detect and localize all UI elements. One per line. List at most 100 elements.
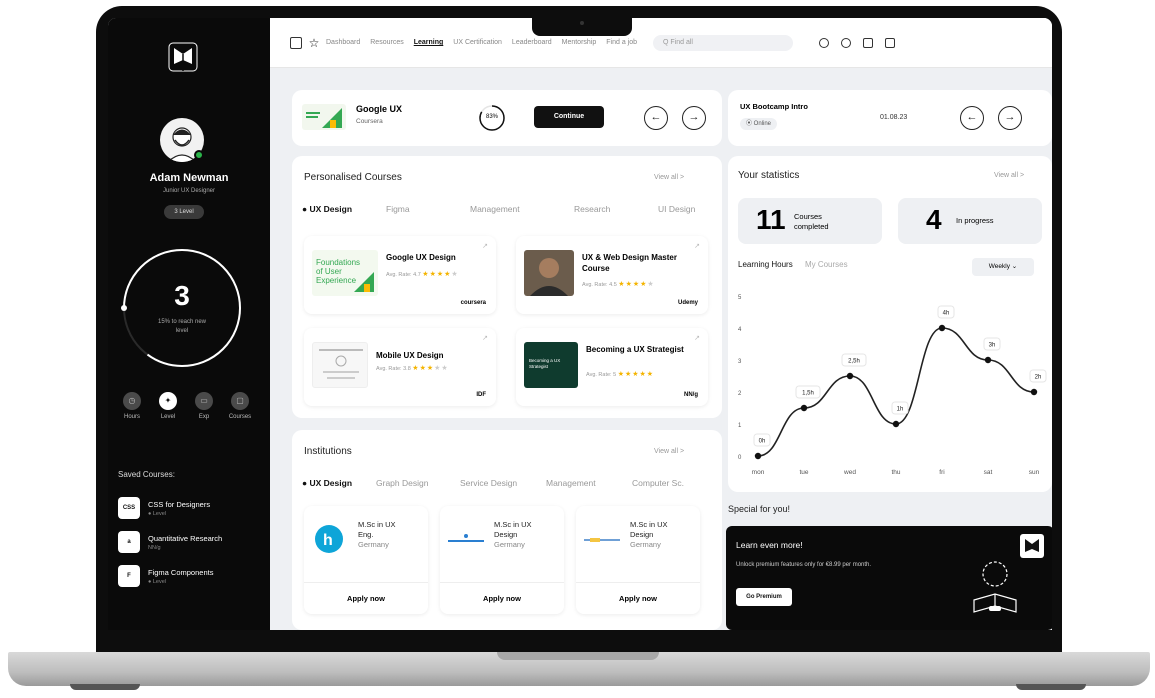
prev-event-button[interactable]: ←: [960, 106, 984, 130]
panel-icon[interactable]: [885, 37, 896, 48]
nav-mentorship[interactable]: Mentorship: [562, 39, 597, 46]
x-tick-label: tue: [799, 469, 808, 476]
go-premium-button[interactable]: Go Premium: [736, 588, 792, 606]
nav-resources[interactable]: Resources: [370, 39, 403, 46]
stat-label: Hours: [123, 414, 140, 420]
statistics-card: Your statistics View all > 11 Courses co…: [728, 156, 1052, 492]
next-course-button[interactable]: →: [682, 106, 706, 130]
saved-course-item[interactable]: F Figma Components ● Level: [118, 560, 268, 592]
institution-country: Germany: [630, 540, 661, 549]
star-rating-icon: ★★★★★: [617, 371, 655, 378]
data-label: 1,5h: [802, 391, 814, 397]
tab-figma[interactable]: Figma: [386, 204, 470, 214]
level-badge: 3 Level: [164, 205, 204, 219]
premium-offer-card: Learn even more! Unlock premium features…: [726, 526, 1052, 630]
app-logo[interactable]: [168, 42, 198, 72]
y-tick-label: 0: [738, 455, 742, 461]
course-tile[interactable]: ↗ Foundations of User Experience Google …: [304, 236, 496, 314]
y-tick-label: 3: [738, 359, 742, 365]
course-tile[interactable]: ↗ Becoming a UX Strategist Becoming a UX…: [516, 328, 708, 406]
course-tile[interactable]: ↗ UX & Web Design Master Course Avg. Rat…: [516, 236, 708, 314]
institutions-view-all-link[interactable]: View all >: [654, 448, 684, 455]
in-progress-box: 4 In progress: [898, 198, 1042, 244]
tab-management[interactable]: Management: [546, 478, 632, 488]
external-link-icon: ↗: [694, 243, 700, 250]
continue-button[interactable]: Continue: [534, 106, 604, 128]
laptop-foot: [70, 684, 140, 690]
special-offer-title: Special for you!: [728, 504, 791, 514]
user-name: Adam Newman: [149, 172, 229, 184]
course-name: UX & Web Design Master Course: [582, 253, 677, 273]
tab-ux-design[interactable]: ● UX Design: [302, 478, 376, 488]
profile-stats: ◷ Hours ✦ Level ▭ Exp ▢ Courses: [116, 392, 256, 420]
tab-service-design[interactable]: Service Design: [460, 478, 546, 488]
tab-ui-design[interactable]: UI Design: [658, 204, 695, 214]
learning-hours-chart: 0 1 2 3 4 5 mon tue wed thu fri sat sun 0h 1,5h 2,5h 1h 4…: [738, 295, 1047, 476]
institution-category-tabs: ● UX Design Graph Design Service Design …: [302, 478, 684, 488]
institutions-title: Institutions: [304, 446, 352, 457]
personalised-courses-title: Personalised Courses: [304, 172, 402, 183]
data-point: [984, 356, 992, 364]
tab-my-courses[interactable]: My Courses: [805, 260, 848, 269]
courses-completed-box: 11 Courses completed: [738, 198, 882, 244]
saved-course-sub: ● Level: [148, 510, 166, 517]
search-input[interactable]: Q Find all: [653, 34, 794, 51]
tab-learning-hours[interactable]: Learning Hours: [738, 260, 793, 269]
tab-research[interactable]: Research: [574, 204, 658, 214]
saved-course-name: Figma Components: [148, 567, 214, 577]
stat-level[interactable]: ✦ Level: [152, 392, 184, 420]
level-number: 3: [174, 280, 190, 311]
y-tick-label: 4: [738, 327, 742, 333]
statistics-view-all-link[interactable]: View all >: [994, 172, 1024, 179]
stat-exp[interactable]: ▭ Exp: [188, 392, 220, 420]
clock-icon: ◷: [123, 392, 141, 410]
next-event-button[interactable]: →: [998, 106, 1022, 130]
top-navigation: ☆ Dashboard Resources Learning UX Certif…: [270, 18, 1052, 68]
sun-icon[interactable]: [819, 37, 830, 48]
apply-now-button[interactable]: Apply now: [304, 582, 428, 614]
research-course-thumb: a: [118, 531, 140, 553]
online-status-dot: [194, 150, 204, 160]
prev-course-button[interactable]: ←: [644, 106, 668, 130]
stat-courses[interactable]: ▢ Courses: [224, 392, 256, 420]
nav-leaderboard[interactable]: Leaderboard: [512, 39, 552, 46]
institution-tile[interactable]: M.Sc in UX Design Germany Apply now: [576, 506, 700, 614]
compass-icon: ✦: [159, 392, 177, 410]
x-tick-label: sun: [1029, 469, 1040, 476]
course-tile[interactable]: ↗ Mobile UX Design Avg. Rate: 3.8 ★★★★★ …: [304, 328, 496, 406]
stat-hours[interactable]: ◷ Hours: [116, 392, 148, 420]
in-progress-count: 4: [926, 204, 942, 235]
saved-course-item[interactable]: CSS CSS for Designers ● Level: [118, 492, 268, 524]
star-icon[interactable]: ☆: [308, 37, 320, 49]
data-point: [754, 452, 762, 460]
institution-tile[interactable]: h M.Sc in UX Eng. Germany Apply now: [304, 506, 428, 614]
copy-icon[interactable]: [863, 37, 874, 48]
arrow-right-icon: →: [688, 111, 700, 123]
nav-ux-certification[interactable]: UX Certification: [453, 39, 502, 46]
figma-course-thumb: F: [118, 565, 140, 587]
tab-label: UX Design: [309, 204, 353, 214]
apply-now-button[interactable]: Apply now: [576, 582, 700, 614]
sidebar-toggle-icon[interactable]: [290, 36, 302, 49]
course-provider: Udemy: [677, 300, 698, 306]
tab-ux-design[interactable]: ● UX Design: [302, 204, 386, 214]
institution-tile[interactable]: M.Sc in UX Design Germany Apply now: [440, 506, 564, 614]
personalised-view-all-link[interactable]: View all >: [654, 174, 684, 181]
institution-country: Germany: [358, 540, 389, 549]
tab-management[interactable]: Management: [470, 204, 574, 214]
courses-completed-label: Courses completed: [794, 212, 829, 231]
history-icon[interactable]: [841, 37, 852, 48]
program-line: Design: [630, 530, 654, 539]
tab-label: UX Design: [309, 478, 353, 488]
apply-now-button[interactable]: Apply now: [440, 582, 564, 614]
nav-learning[interactable]: Learning: [414, 39, 444, 46]
nav-find-a-job[interactable]: Find a job: [606, 39, 637, 46]
period-select[interactable]: Weekly ⌄: [972, 258, 1034, 276]
css-course-thumb: CSS: [118, 497, 140, 519]
nav-dashboard[interactable]: Dashboard: [326, 39, 360, 46]
course-rating: Avg. Rate: 4.7 ★★★★★: [386, 270, 459, 278]
saved-course-item[interactable]: a Quantitative Research NN/g: [118, 526, 268, 558]
tab-graph-design[interactable]: Graph Design: [376, 478, 460, 488]
tab-computer-science[interactable]: Computer Sc.: [632, 478, 684, 488]
premium-title: Learn even more!: [736, 540, 803, 550]
